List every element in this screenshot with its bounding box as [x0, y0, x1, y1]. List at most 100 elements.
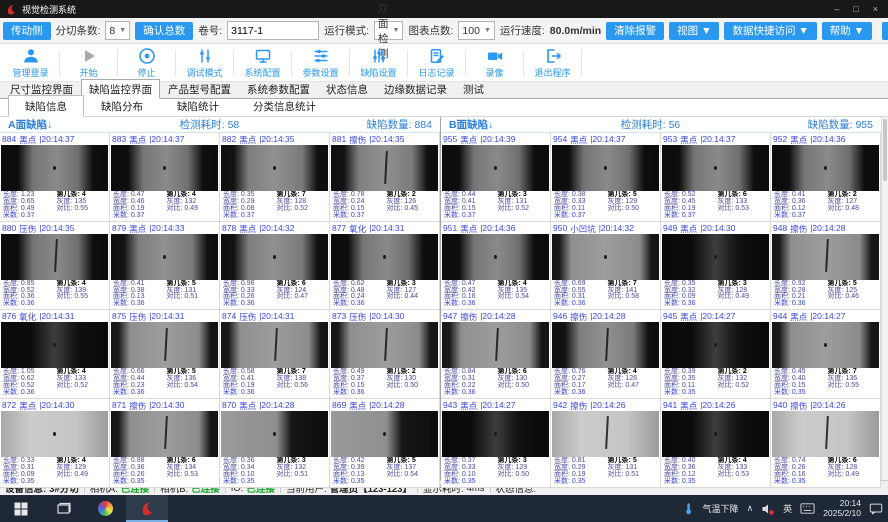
defect-image[interactable] — [111, 411, 218, 457]
defect-image[interactable] — [331, 145, 438, 191]
log-record-button[interactable]: 日志记录 — [408, 44, 465, 81]
main-tab-6[interactable]: 测试 — [455, 79, 492, 99]
defect-image[interactable] — [221, 322, 328, 368]
main-tab-5[interactable]: 边缘数据记录 — [376, 79, 455, 99]
exit-program-button[interactable]: 退出程序 — [524, 44, 581, 81]
defect-image[interactable] — [772, 145, 879, 191]
clear-alarm-button[interactable]: 清除报警 — [606, 22, 664, 40]
defect-cell[interactable]: 884黑点|20:14:37长度: 1.23宽度: 0.65面积: 0.49米数… — [0, 133, 110, 222]
defect-cell[interactable]: 954黑点|20:14:37长度: 0.38宽度: 0.33面积: 0.11米数… — [551, 133, 661, 222]
defect-image[interactable] — [111, 322, 218, 368]
defect-cell[interactable]: 952黑点|20:14:36长度: 0.41宽度: 0.36面积: 0.12米数… — [771, 133, 881, 222]
defect-cell[interactable]: 949黑点|20:14:30长度: 0.35宽度: 0.32面积: 0.09米数… — [661, 222, 771, 311]
defect-image[interactable] — [552, 322, 659, 368]
defect-cell[interactable]: 871擦伤|20:14:30长度: 0.88宽度: 0.36面积: 0.26米数… — [110, 399, 220, 488]
stop-button[interactable]: 停止 — [118, 44, 175, 81]
debug-mode-button[interactable]: 调试模式 — [176, 44, 233, 81]
sub-tab-0[interactable]: 缺陷信息 — [8, 95, 84, 117]
defect-image[interactable] — [772, 322, 879, 368]
defect-cell[interactable]: 873压伤|20:14:30长度: 0.49宽度: 0.37面积: 0.15米数… — [330, 310, 440, 399]
defect-cell[interactable]: 945黑点|20:14:27长度: 0.39宽度: 0.35面积: 0.11米数… — [661, 310, 771, 399]
defect-cell[interactable]: 879黑点|20:14:33长度: 0.41宽度: 0.38面积: 0.13米数… — [110, 222, 220, 311]
defect-image[interactable] — [552, 411, 659, 457]
defect-cell[interactable]: 881擦伤|20:14:35长度: 0.78宽度: 0.24面积: 0.15米数… — [330, 133, 440, 222]
defect-image[interactable] — [331, 411, 438, 457]
defect-cell[interactable]: 877氧化|20:14:31长度: 0.62宽度: 0.48面积: 0.24米数… — [330, 222, 440, 311]
weather-widget-text[interactable]: 气温下降 — [703, 502, 739, 515]
defect-image[interactable] — [442, 234, 549, 280]
defect-cell[interactable]: 943黑点|20:14:27长度: 0.37宽度: 0.33面积: 0.10米数… — [441, 399, 551, 488]
defect-cell[interactable]: 946擦伤|20:14:28长度: 0.76宽度: 0.27面积: 0.17米数… — [551, 310, 661, 399]
defect-image[interactable] — [331, 322, 438, 368]
defect-image[interactable] — [552, 145, 659, 191]
clock[interactable]: 20:14 2025/2/10 — [823, 499, 861, 518]
defect-cell[interactable]: 876氧化|20:14:31长度: 1.05宽度: 0.62面积: 0.52米数… — [0, 310, 110, 399]
defect-cell[interactable]: 882黑点|20:14:35长度: 0.35宽度: 0.29面积: 0.08米数… — [220, 133, 330, 222]
defect-cell[interactable]: 950小凹坑|20:14:32长度: 0.69宽度: 0.55面积: 0.31米… — [551, 222, 661, 311]
input-language-indicator[interactable]: 英 — [783, 502, 792, 515]
defect-image[interactable] — [1, 411, 108, 457]
defect-image[interactable] — [772, 234, 879, 280]
defect-image[interactable] — [221, 234, 328, 280]
defect-image[interactable] — [221, 145, 328, 191]
defect-cell[interactable]: 880压伤|20:14:35长度: 0.85宽度: 0.52面积: 0.36米数… — [0, 222, 110, 311]
defect-cell[interactable]: 948擦伤|20:14:28长度: 0.92宽度: 0.28面积: 0.21米数… — [771, 222, 881, 311]
help-menu-button[interactable]: 帮助 ▼ — [822, 22, 872, 40]
start-button[interactable]: 开始 — [60, 44, 117, 81]
sub-tab-1[interactable]: 缺陷分布 — [84, 95, 160, 117]
defect-cell[interactable]: 951黑点|20:14:36长度: 0.47宽度: 0.42面积: 0.16米数… — [441, 222, 551, 311]
taskbar-app-inspection-active[interactable] — [126, 495, 168, 522]
data-quick-access-menu-button[interactable]: 数据快捷访问 ▼ — [724, 22, 816, 40]
defect-image[interactable] — [662, 145, 769, 191]
touch-keyboard-icon[interactable] — [800, 502, 815, 515]
parameter-settings-button[interactable]: 参数设置 — [292, 44, 349, 81]
defect-cell[interactable]: 874压伤|20:14:31长度: 0.58宽度: 0.41面积: 0.19米数… — [220, 310, 330, 399]
defect-image[interactable] — [1, 234, 108, 280]
defect-cell[interactable]: 878黑点|20:14:32长度: 0.96宽度: 0.33面积: 0.26米数… — [220, 222, 330, 311]
task-view-button[interactable] — [42, 495, 84, 522]
volume-button[interactable] — [761, 502, 775, 516]
minimize-button[interactable]: – — [834, 4, 839, 14]
defect-image[interactable] — [442, 411, 549, 457]
defect-cell[interactable]: 870黑点|20:14:28长度: 0.36宽度: 0.34面积: 0.10米数… — [220, 399, 330, 488]
defect-image[interactable] — [111, 234, 218, 280]
defect-image[interactable] — [662, 322, 769, 368]
defect-cell[interactable]: 947擦伤|20:14:28长度: 0.84宽度: 0.31面积: 0.22米数… — [441, 310, 551, 399]
maximize-button[interactable]: □ — [853, 4, 858, 14]
defect-cell[interactable]: 941黑点|20:14:26长度: 0.40宽度: 0.36面积: 0.12米数… — [661, 399, 771, 488]
view-menu-button[interactable]: 视图 ▼ — [669, 22, 719, 40]
defect-cell[interactable]: 875压伤|20:14:31长度: 0.66宽度: 0.44面积: 0.23米数… — [110, 310, 220, 399]
operator-side-button[interactable]: 操作侧 — [882, 22, 888, 40]
run-mode-select[interactable]: 双面检测▼ — [374, 21, 403, 40]
defect-image[interactable] — [442, 322, 549, 368]
drive-side-button[interactable]: 传动侧 — [3, 22, 51, 40]
roll-number-input[interactable] — [227, 21, 319, 40]
sub-tab-2[interactable]: 缺陷统计 — [160, 95, 236, 117]
defect-cell[interactable]: 883黑点|20:14:37长度: 0.47宽度: 0.46面积: 0.19米数… — [110, 133, 220, 222]
chart-points-select[interactable]: 100▼ — [458, 21, 494, 40]
close-button[interactable]: × — [873, 4, 878, 14]
defect-image[interactable] — [552, 234, 659, 280]
defect-image[interactable] — [331, 234, 438, 280]
tray-expand-caret[interactable]: ∧ — [747, 503, 754, 514]
defect-image[interactable] — [442, 145, 549, 191]
defect-cell[interactable]: 869黑点|20:14:28长度: 0.42宽度: 0.39面积: 0.13米数… — [330, 399, 440, 488]
scrollbar-thumb[interactable] — [883, 119, 887, 181]
defect-image[interactable] — [772, 411, 879, 457]
notification-center-icon[interactable] — [869, 502, 883, 515]
recording-button[interactable]: 录像 — [466, 44, 523, 81]
taskbar-app-browser[interactable] — [84, 495, 126, 522]
defect-cell[interactable]: 872黑点|20:14:30长度: 0.33宽度: 0.31面积: 0.09米数… — [0, 399, 110, 488]
sub-tab-3[interactable]: 分类信息统计 — [236, 95, 333, 117]
defect-cell[interactable]: 953黑点|20:14:37长度: 0.52宽度: 0.45面积: 0.19米数… — [661, 133, 771, 222]
manage-login-button[interactable]: 管理登录 — [2, 44, 59, 81]
defect-cell[interactable]: 955黑点|20:14:39长度: 0.44宽度: 0.41面积: 0.15米数… — [441, 133, 551, 222]
defect-cell[interactable]: 942擦伤|20:14:26长度: 0.81宽度: 0.29面积: 0.19米数… — [551, 399, 661, 488]
defect-cell[interactable]: 944黑点|20:14:27长度: 0.45宽度: 0.40面积: 0.15米数… — [771, 310, 881, 399]
system-config-button[interactable]: 系统配置 — [234, 44, 291, 81]
defect-settings-button[interactable]: 缺陷设置 — [350, 44, 407, 81]
defect-image[interactable] — [111, 145, 218, 191]
defect-cell[interactable]: 940擦伤|20:14:26长度: 0.74宽度: 0.26面积: 0.16米数… — [771, 399, 881, 488]
defect-image[interactable] — [662, 234, 769, 280]
confirm-total-button[interactable]: 确认总数 — [135, 22, 193, 40]
